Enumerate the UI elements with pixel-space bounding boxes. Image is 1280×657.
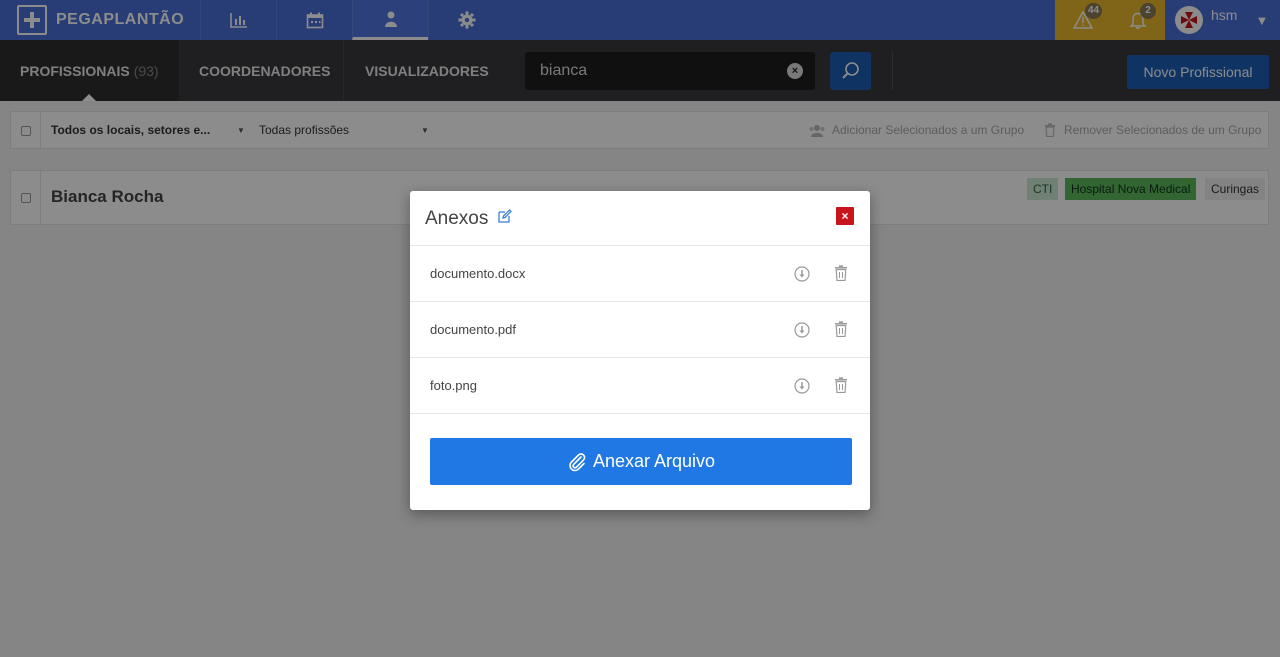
close-icon[interactable]: × <box>836 207 854 225</box>
attachments-modal: Anexos × documento.docx documento.pdf fo… <box>410 191 870 510</box>
list-item: documento.docx <box>410 246 870 302</box>
trash-icon[interactable] <box>834 265 848 286</box>
download-icon[interactable] <box>794 322 810 343</box>
trash-icon[interactable] <box>834 321 848 342</box>
attach-file-label: Anexar Arquivo <box>592 451 716 471</box>
edit-icon[interactable] <box>498 209 512 228</box>
file-name: documento.docx <box>430 266 526 281</box>
file-name: documento.pdf <box>430 322 517 337</box>
list-item: documento.pdf <box>410 302 870 358</box>
modal-header: Anexos × <box>410 191 870 246</box>
file-name: foto.png <box>430 378 477 393</box>
attach-file-button[interactable]: Anexar Arquivo <box>430 438 852 485</box>
paperclip-icon <box>569 452 586 471</box>
download-icon[interactable] <box>794 378 810 399</box>
download-icon[interactable] <box>794 266 810 287</box>
trash-icon[interactable] <box>834 377 848 398</box>
modal-title: Anexos <box>425 208 489 229</box>
list-item: foto.png <box>410 358 870 414</box>
